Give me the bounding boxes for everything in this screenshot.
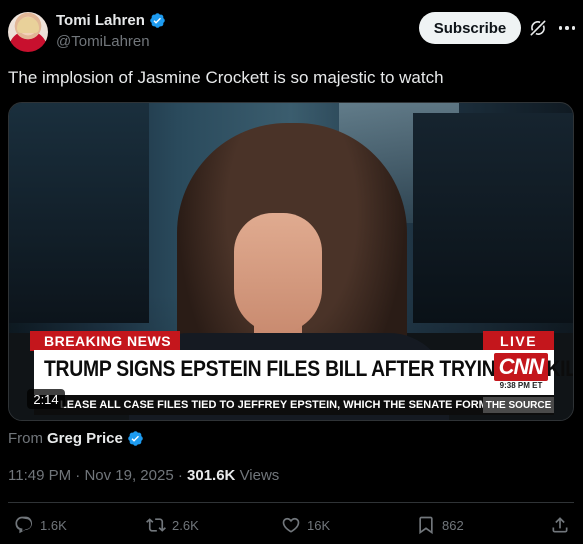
subscribe-button[interactable]: Subscribe xyxy=(419,12,521,44)
from-label: From xyxy=(8,430,43,447)
share-button[interactable] xyxy=(550,515,570,535)
bookmark-icon xyxy=(419,516,433,535)
tweet-actions: 1.6K 2.6K 16K 862 xyxy=(0,508,583,544)
reply-count: 1.6K xyxy=(40,517,67,533)
views-count: 301.6K xyxy=(187,467,236,484)
grok-icon[interactable] xyxy=(528,18,548,38)
video-attribution: From Greg Price xyxy=(8,430,144,447)
more-options-icon[interactable] xyxy=(556,18,578,38)
repost-count: 2.6K xyxy=(172,517,199,533)
tweet-text: The implosion of Jasmine Crockett is so … xyxy=(8,68,444,87)
tweet-header: Tomi Lahren @TomiLahren Subscribe xyxy=(0,0,583,64)
author-handle[interactable]: @TomiLahren xyxy=(56,33,150,50)
source-label: THE SOURCE xyxy=(483,397,554,413)
heart-icon xyxy=(282,517,300,533)
studio-background-right xyxy=(413,113,573,323)
bookmark-count: 862 xyxy=(442,517,464,533)
actions-divider xyxy=(8,502,574,503)
cnn-logo: CNN xyxy=(494,353,548,381)
studio-background-left xyxy=(9,103,149,323)
reply-button[interactable]: 1.6K xyxy=(14,515,67,535)
reply-icon xyxy=(15,516,33,534)
repost-button[interactable]: 2.6K xyxy=(146,515,199,535)
tweet-date[interactable]: Nov 19, 2025 xyxy=(84,467,173,484)
news-ticker: LEASE ALL CASE FILES TIED TO JEFFREY EPS… xyxy=(34,395,554,415)
breaking-news-label: BREAKING NEWS xyxy=(30,331,180,351)
author-name-row: Tomi Lahren xyxy=(56,12,166,29)
like-button[interactable]: 16K xyxy=(281,515,330,535)
views-label: Views xyxy=(239,467,280,484)
meta-separator: · xyxy=(177,467,188,484)
from-author-link[interactable]: Greg Price xyxy=(47,430,123,447)
video-duration: 2:14 xyxy=(27,389,65,409)
bookmark-button[interactable]: 862 xyxy=(416,515,464,535)
author-avatar[interactable] xyxy=(8,12,48,52)
share-icon xyxy=(552,517,568,533)
like-count: 16K xyxy=(307,517,331,533)
repost-icon xyxy=(146,518,166,532)
tweet-metadata: 11:49 PM · Nov 19, 2025 · 301.6K Views xyxy=(8,467,279,484)
network-time: 9:38 PM ET xyxy=(499,381,543,390)
video-player[interactable]: BREAKING NEWS LIVE TRUMP SIGNS EPSTEIN F… xyxy=(8,102,574,421)
live-label: LIVE xyxy=(483,331,554,351)
tweet-time[interactable]: 11:49 PM xyxy=(8,467,71,484)
verified-badge-icon xyxy=(128,431,143,446)
verified-badge-icon xyxy=(150,13,165,28)
anchor-face xyxy=(234,213,322,333)
author-name[interactable]: Tomi Lahren xyxy=(56,12,145,29)
